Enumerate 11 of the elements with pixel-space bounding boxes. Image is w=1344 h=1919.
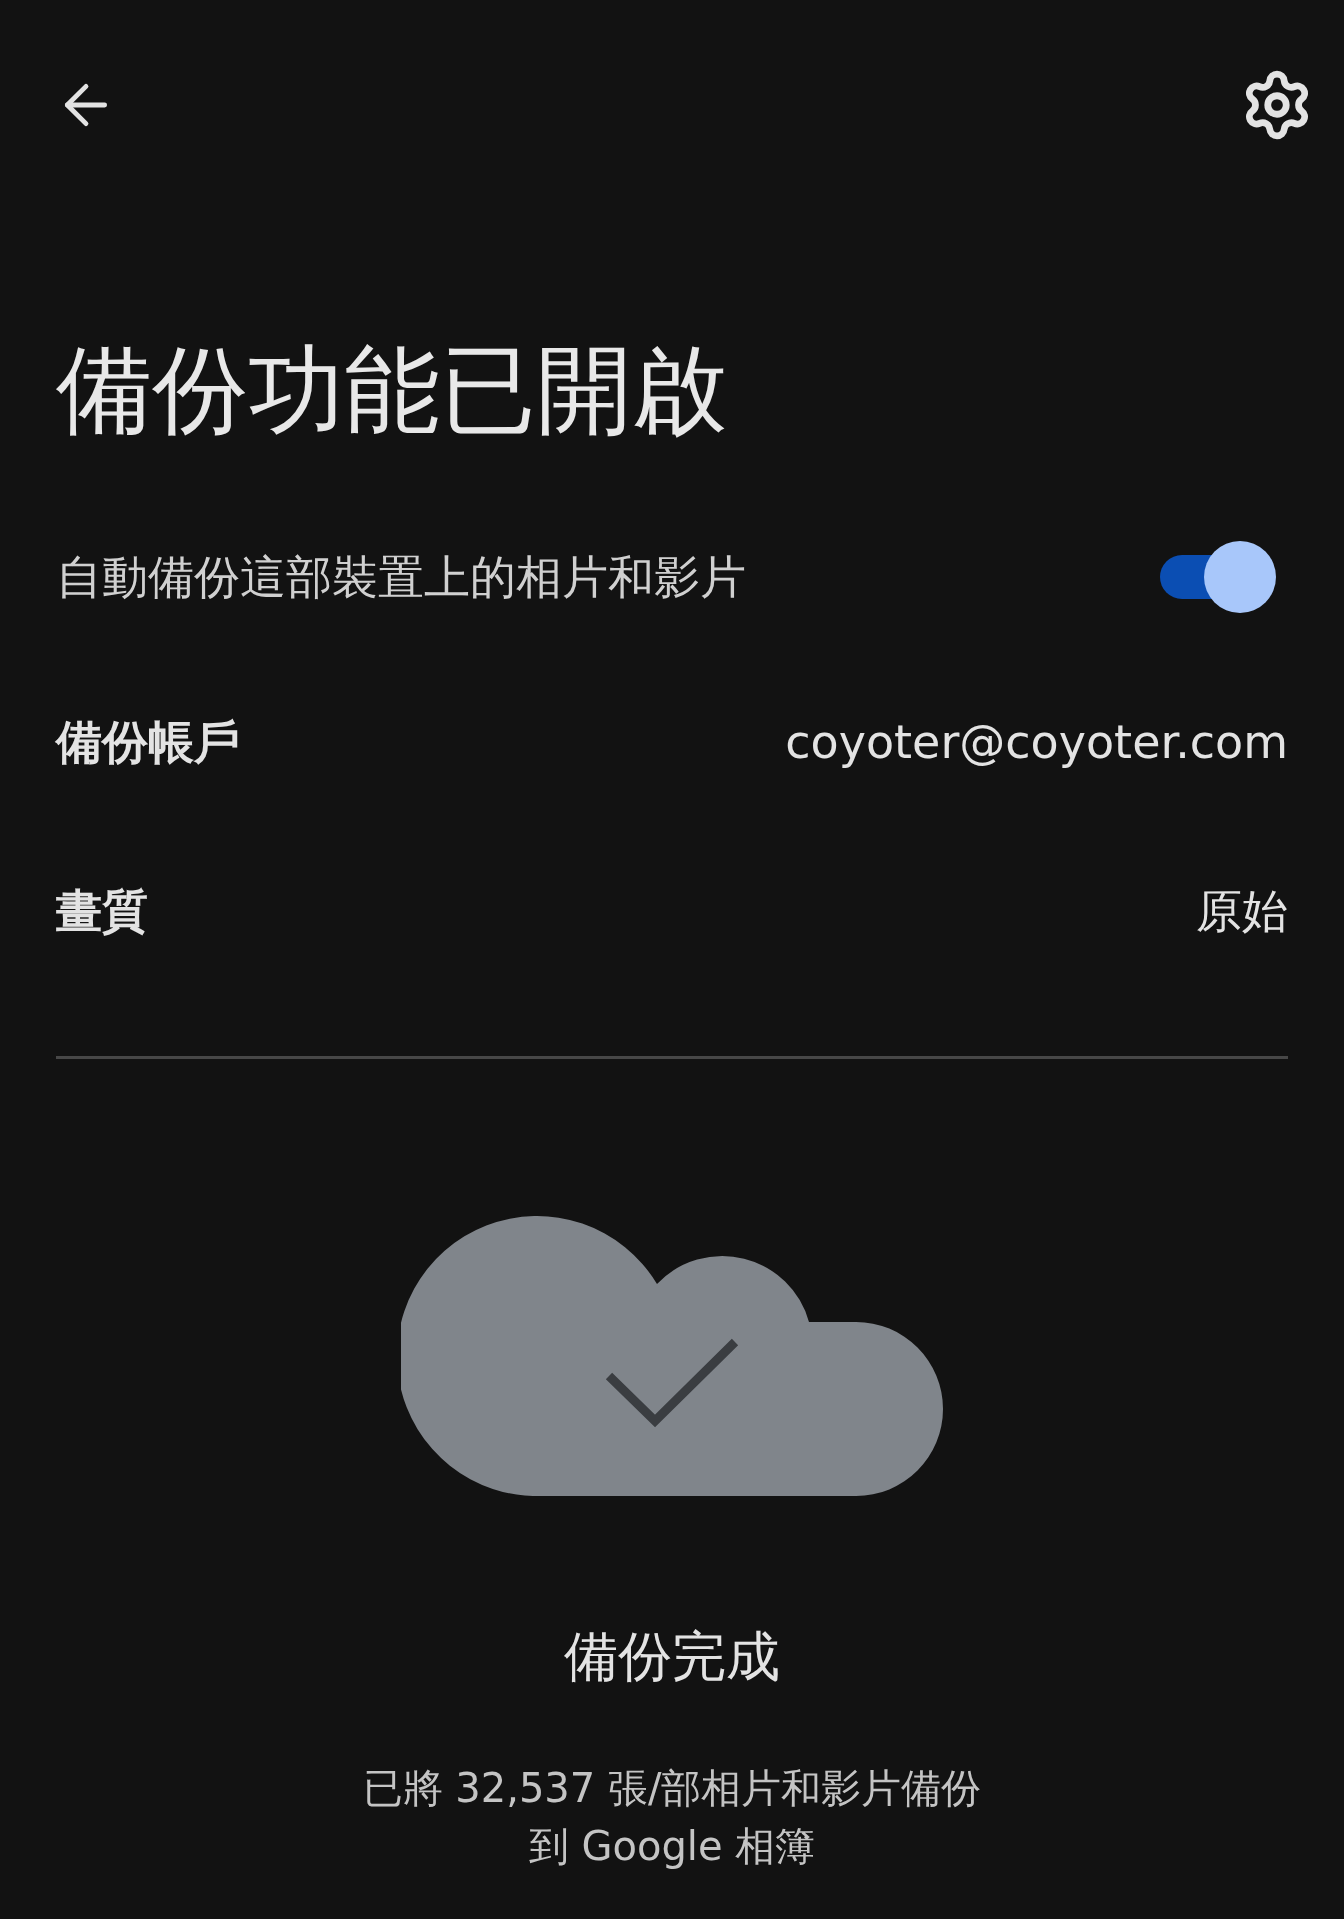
status-description: 已將 32,537 張/部相片和影片備份 — [362, 1764, 982, 1813]
auto-backup-label: 自動備份這部裝置上的相片和影片 — [56, 548, 746, 606]
toggle-switch[interactable] — [1160, 541, 1276, 613]
page-title: 備份功能已開啟 — [56, 335, 729, 445]
status-description: 到 Google 相簿 — [528, 1822, 816, 1871]
cloud-check-icon — [401, 1214, 943, 1496]
setting-label: 畫質 — [56, 883, 148, 940]
setting-value[interactable]: coyoter@coyoter.com — [785, 708, 1288, 777]
status-title: 備份完成 — [563, 1624, 781, 1690]
setting-value[interactable]: 原始 — [1196, 877, 1288, 946]
setting-label: 備份帳戶 — [56, 714, 240, 771]
